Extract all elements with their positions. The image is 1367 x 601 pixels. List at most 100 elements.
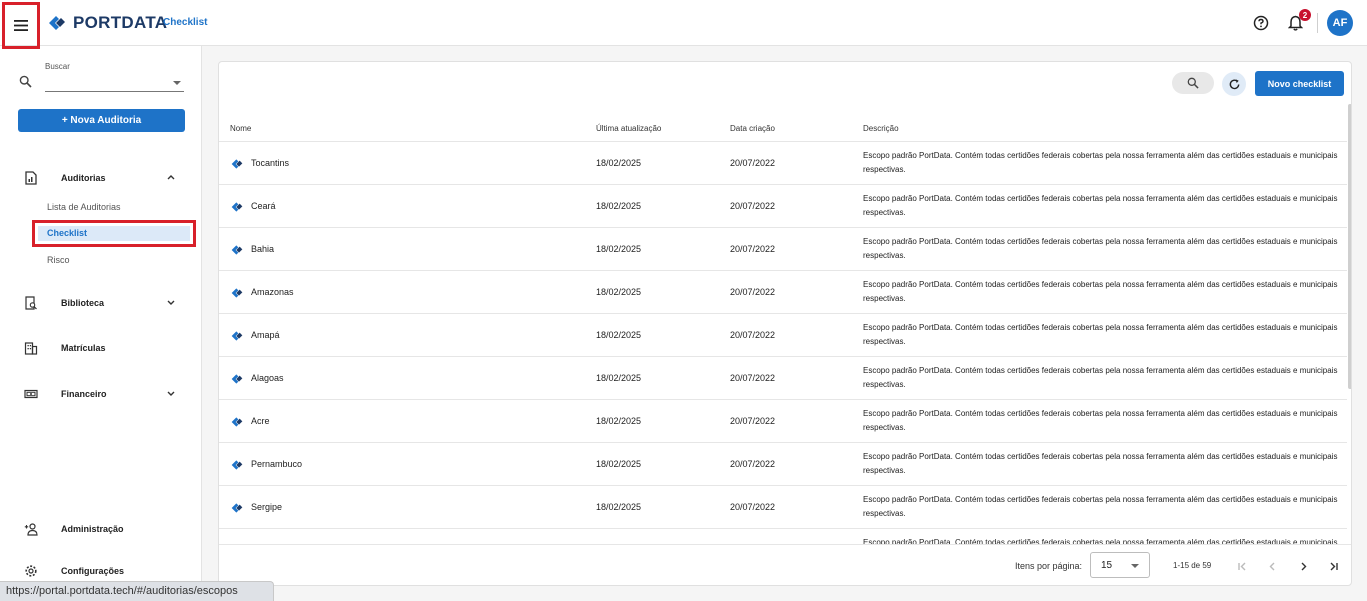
portdata-logo[interactable]: PORTDATA bbox=[47, 13, 167, 33]
chart-report-icon bbox=[25, 171, 37, 185]
cell-data-criacao: 20/07/2022 bbox=[730, 416, 776, 426]
cell-ultima-atualizacao: 18/02/2025 bbox=[596, 330, 642, 340]
notifications-button[interactable]: 2 bbox=[1285, 9, 1311, 33]
sidebar-subitem-checklist[interactable]: Checklist bbox=[32, 220, 196, 247]
sidebar-item-configuracoes[interactable]: Configurações bbox=[0, 560, 202, 582]
first-page-button[interactable] bbox=[1232, 556, 1252, 576]
cell-ultima-atualizacao: 18/02/2025 bbox=[596, 158, 642, 168]
cell-nome: Ceará bbox=[251, 201, 276, 211]
chevron-left-icon bbox=[1269, 562, 1274, 570]
portdata-logo-icon bbox=[231, 245, 243, 255]
top-bar: PORTDATA Checklist 2 AF bbox=[0, 0, 1367, 46]
money-icon bbox=[24, 389, 38, 399]
sidebar-item-label: Financeiro bbox=[61, 389, 107, 399]
gear-icon bbox=[25, 565, 37, 577]
cell-descricao: Escopo padrão PortData. Contém todas cer… bbox=[863, 194, 1338, 217]
sidebar-item-administracao[interactable]: Administração bbox=[0, 518, 202, 540]
sidebar-subitem-lista-de-auditorias[interactable]: Lista de Auditorias bbox=[47, 202, 121, 212]
cell-descricao: Escopo padrão PortData. Contém todas cer… bbox=[863, 237, 1338, 260]
items-per-page-select[interactable]: 15 bbox=[1090, 552, 1150, 578]
new-audit-button[interactable]: + Nova Auditoria bbox=[18, 109, 185, 132]
portdata-logo-icon bbox=[231, 288, 243, 298]
table-row[interactable]: Pernambuco 18/02/2025 20/07/2022 Escopo pad… bbox=[219, 443, 1347, 486]
cell-data-criacao: 20/07/2022 bbox=[730, 459, 776, 469]
cell-nome: Amazonas bbox=[251, 287, 294, 297]
portdata-logo-icon bbox=[231, 460, 243, 470]
building-icon bbox=[24, 342, 38, 355]
portdata-logo-icon bbox=[231, 503, 243, 513]
table-row[interactable]: Alagoas 18/02/2025 20/07/2022 Escopo padrão… bbox=[219, 357, 1347, 400]
previous-page-button[interactable] bbox=[1262, 556, 1282, 576]
sidebar-subitem-risco[interactable]: Risco bbox=[47, 255, 70, 265]
header-divider bbox=[1317, 13, 1318, 33]
cell-data-criacao: 20/07/2022 bbox=[730, 244, 776, 254]
table-row[interactable]: Tocantins 18/02/2025 20/07/2022 Escopo padr… bbox=[219, 142, 1347, 185]
sidebar-item-biblioteca[interactable]: Biblioteca bbox=[0, 292, 202, 314]
cell-nome: Tocantins bbox=[251, 158, 290, 168]
chevron-down-icon bbox=[167, 300, 175, 305]
scrollbar-thumb[interactable] bbox=[1348, 104, 1351, 389]
cell-descricao: Escopo padrão PortData. Contém todas cer… bbox=[863, 495, 1338, 518]
notification-badge: 2 bbox=[1299, 9, 1311, 21]
cell-descricao: Escopo padrão PortData. Contém todas cer… bbox=[863, 409, 1338, 432]
top-right-actions: 2 AF bbox=[1251, 9, 1353, 36]
table-row[interactable]: Acre 18/02/2025 20/07/2022 Escopo padrão Po… bbox=[219, 400, 1347, 443]
table-row[interactable]: São Paulo18/02/202520/07/2022Escopo padr… bbox=[219, 529, 1347, 544]
column-header-data-criacao[interactable]: Data criação bbox=[730, 124, 775, 133]
chevron-up-icon bbox=[167, 175, 175, 180]
table-row[interactable]: Amapá 18/02/2025 20/07/2022 Escopo padrão P… bbox=[219, 314, 1347, 357]
sidebar-item-label: Biblioteca bbox=[61, 298, 105, 308]
table-row[interactable]: Amazonas 18/02/2025 20/07/2022 Escopo padrã… bbox=[219, 271, 1347, 314]
table-row[interactable]: Bahia 18/02/2025 20/07/2022 Escopo padrão P… bbox=[219, 228, 1347, 271]
chevron-down-icon bbox=[1131, 564, 1139, 568]
cell-ultima-atualizacao: 18/02/2025 bbox=[596, 459, 642, 469]
column-header-nome[interactable]: Nome bbox=[230, 124, 251, 133]
cell-ultima-atualizacao: 18/02/2025 bbox=[596, 287, 642, 297]
portdata-logo-icon bbox=[231, 202, 243, 212]
help-icon bbox=[1253, 15, 1269, 31]
refresh-button[interactable] bbox=[1222, 72, 1246, 96]
last-page-button[interactable] bbox=[1323, 556, 1343, 576]
next-page-button[interactable] bbox=[1293, 556, 1313, 576]
menu-toggle-button[interactable] bbox=[2, 2, 40, 49]
cell-ultima-atualizacao: 18/02/2025 bbox=[596, 373, 642, 383]
sidebar-item-financeiro[interactable]: Financeiro bbox=[0, 383, 202, 405]
help-button[interactable] bbox=[1251, 13, 1271, 33]
portdata-logo-icon bbox=[231, 417, 243, 427]
table-row[interactable]: Sergipe 18/02/2025 20/07/2022 Escopo padrão… bbox=[219, 486, 1347, 529]
last-page-icon bbox=[1330, 562, 1338, 570]
cell-ultima-atualizacao: 18/02/2025 bbox=[596, 201, 642, 211]
sidebar-item-auditorias[interactable]: Auditorias bbox=[0, 167, 202, 189]
cell-data-criacao: 20/07/2022 bbox=[730, 330, 776, 340]
column-header-ultima-atualizacao[interactable]: Última atualização bbox=[596, 124, 661, 133]
sidebar-item-label: Administração bbox=[61, 524, 124, 534]
logo-text: PORTDATA bbox=[73, 13, 168, 32]
chevron-down-icon bbox=[173, 81, 181, 85]
cell-data-criacao: 20/07/2022 bbox=[730, 373, 776, 383]
table-search-button[interactable] bbox=[1172, 72, 1214, 94]
portdata-logo-icon bbox=[231, 374, 243, 384]
status-url-bar: https://portal.portdata.tech/#/auditoria… bbox=[0, 581, 274, 601]
checklist-table-card: Novo checklist Nome Última atualização D… bbox=[218, 61, 1352, 586]
sidebar-subitem-label: Checklist bbox=[47, 228, 88, 238]
search-input[interactable] bbox=[45, 76, 184, 92]
items-per-page-label: Itens por página: bbox=[1015, 561, 1083, 571]
cell-ultima-atualizacao: 18/02/2025 bbox=[596, 244, 642, 254]
sidebar-item-matriculas[interactable]: Matrículas bbox=[0, 337, 202, 359]
cell-descricao: Escopo padrão PortData. Contém todas cer… bbox=[863, 151, 1338, 174]
search-icon bbox=[19, 75, 32, 88]
hamburger-menu-icon bbox=[14, 20, 28, 31]
avatar[interactable]: AF bbox=[1327, 10, 1353, 36]
cell-data-criacao: 20/07/2022 bbox=[730, 502, 776, 512]
table-row[interactable]: Ceará 18/02/2025 20/07/2022 Escopo padrão P… bbox=[219, 185, 1347, 228]
column-header-descricao[interactable]: Descrição bbox=[863, 124, 899, 133]
portdata-logo-icon bbox=[231, 331, 243, 341]
sidebar-item-label: Matrículas bbox=[61, 343, 106, 353]
cell-nome: Sergipe bbox=[251, 502, 283, 512]
table-body: Tocantins 18/02/2025 20/07/2022 Escopo padr… bbox=[219, 142, 1347, 544]
portdata-logo-icon bbox=[49, 16, 65, 30]
cell-descricao: Escopo padrão PortData. Contém todas cer… bbox=[863, 366, 1338, 389]
cell-descricao: Escopo padrão PortData. Contém todas cer… bbox=[863, 280, 1338, 303]
new-checklist-button[interactable]: Novo checklist bbox=[1255, 71, 1344, 96]
cell-ultima-atualizacao: 18/02/2025 bbox=[596, 416, 642, 426]
